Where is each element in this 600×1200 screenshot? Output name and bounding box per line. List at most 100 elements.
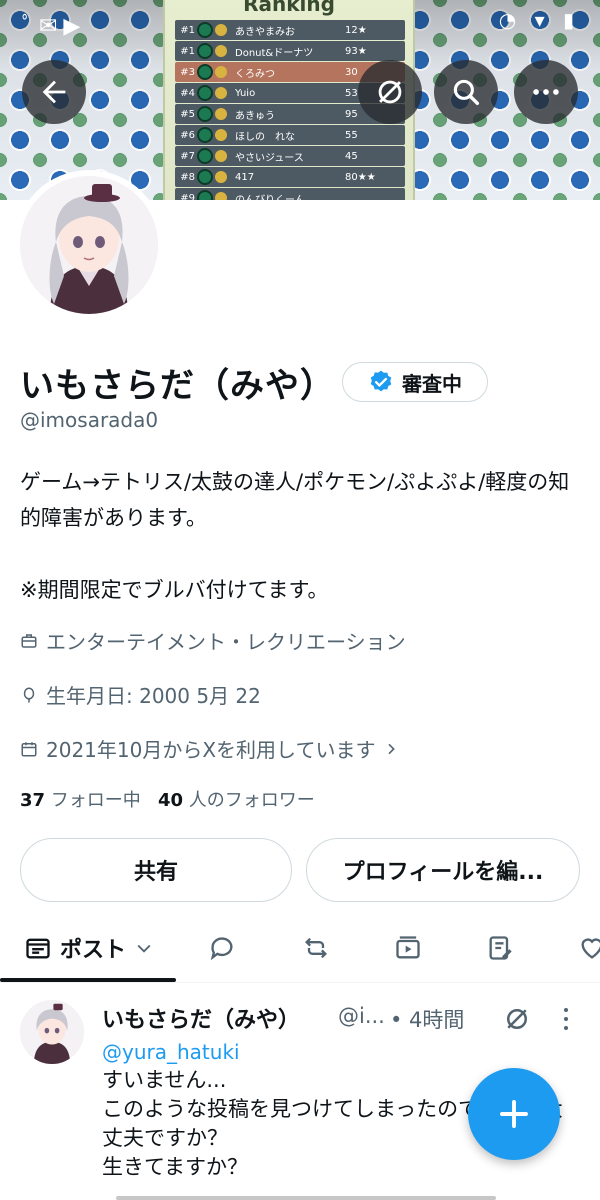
tweet-reply-mention[interactable]: @yura_hatuki bbox=[102, 1040, 240, 1064]
followers-link[interactable]: 40 人のフォロワー bbox=[158, 790, 315, 811]
ranking-player-name: くろみつ bbox=[235, 68, 275, 80]
ranking-rank: #6 bbox=[180, 129, 195, 141]
search-icon bbox=[453, 79, 480, 106]
player-icon bbox=[215, 87, 227, 99]
rank-badge-icon bbox=[199, 45, 211, 57]
grok-button[interactable] bbox=[358, 60, 422, 124]
ranking-rank: #5 bbox=[180, 108, 195, 120]
ranking-player-name: 417 bbox=[235, 171, 255, 183]
gesture-bar bbox=[116, 1196, 496, 1200]
followers-count: 40 bbox=[157, 790, 184, 811]
heart-icon bbox=[581, 938, 600, 959]
reply-bubble-icon bbox=[210, 937, 233, 961]
following-label: フォロー中 bbox=[50, 790, 141, 811]
ranking-row: #1 Donut&ドーナツ 93★ bbox=[175, 41, 405, 61]
briefcase-icon bbox=[21, 633, 37, 648]
rank-badge-icon bbox=[199, 192, 211, 200]
status-icons-right: ◔ ▾ ▮ bbox=[498, 8, 580, 32]
rank-badge-icon bbox=[199, 171, 211, 183]
player-icon bbox=[215, 171, 227, 183]
more-dots-icon bbox=[533, 89, 559, 95]
player-icon bbox=[215, 45, 227, 57]
category-label: エンターテイメント・レクリエーション bbox=[46, 630, 406, 654]
ranking-player-name: ほしの れな bbox=[235, 131, 295, 143]
search-button[interactable] bbox=[434, 60, 498, 124]
ranking-score: 55 bbox=[345, 129, 358, 141]
anime-girl-avatar-icon bbox=[20, 176, 158, 314]
balloon-icon bbox=[23, 687, 35, 702]
back-button[interactable] bbox=[22, 60, 86, 124]
avatar-image bbox=[20, 176, 158, 314]
ranking-rank: #1 bbox=[180, 45, 195, 57]
edit-profile-button[interactable]: プロフィールを編... bbox=[306, 838, 580, 902]
anime-girl-avatar-icon bbox=[20, 1000, 84, 1064]
rank-badge-icon bbox=[199, 129, 211, 141]
calendar-icon bbox=[21, 741, 37, 756]
player-icon bbox=[215, 192, 227, 200]
tweet-author-handle[interactable]: @i... bbox=[338, 1004, 385, 1028]
ranking-row: #8 417 80★★ bbox=[175, 167, 405, 187]
player-icon bbox=[215, 129, 227, 141]
status-bar: ﾟ✉▶ ◔ ▾ ▮ bbox=[0, 0, 600, 40]
tab-likes[interactable] bbox=[566, 918, 600, 978]
tabs-divider bbox=[0, 982, 600, 983]
verification-status-button[interactable]: 審査中 bbox=[342, 362, 488, 402]
bio-text: ゲーム→テトリス/太鼓の達人/ポケモン/ぷよぷよ/軽度の知的障害があります。 ※期… bbox=[20, 470, 570, 602]
grok-icon bbox=[378, 80, 402, 104]
ranking-rank: #9 bbox=[180, 192, 195, 201]
ranking-player-name: Yuio bbox=[235, 87, 256, 99]
tweet-more-icon[interactable] bbox=[560, 1006, 572, 1032]
status-icons-left: ﾟ✉▶ bbox=[22, 14, 87, 39]
ranking-rank: #8 bbox=[180, 171, 195, 183]
followers-label: 人のフォロワー bbox=[188, 790, 315, 811]
tweet-timestamp[interactable]: • 4時間 bbox=[390, 1004, 464, 1034]
tab-replies[interactable] bbox=[196, 918, 248, 978]
player-icon bbox=[215, 108, 227, 120]
joined-label: 2021年10月からXを利用しています bbox=[46, 738, 376, 762]
ranking-player-name: のんびりくーん bbox=[235, 194, 305, 201]
tab-posts-label: ポスト bbox=[59, 938, 126, 963]
profile-bio: ゲーム→テトリス/太鼓の達人/ポケモン/ぷよぷよ/軽度の知的障害があります。 ※期… bbox=[20, 464, 580, 608]
profile-name: いもさらだ（みや） bbox=[20, 366, 335, 406]
ranking-rank: #3 bbox=[180, 66, 195, 78]
tab-posts[interactable]: ポスト bbox=[14, 918, 164, 978]
ranking-player-name: あきゅう bbox=[235, 110, 275, 122]
rank-badge-icon bbox=[199, 66, 211, 78]
tab-media[interactable] bbox=[382, 918, 434, 978]
tab-reposts[interactable] bbox=[290, 918, 342, 978]
grok-icon[interactable] bbox=[502, 1004, 532, 1034]
compose-post-button[interactable] bbox=[468, 1068, 560, 1160]
ranking-score: 45 bbox=[345, 150, 358, 162]
rank-badge-icon bbox=[199, 87, 211, 99]
back-arrow-icon bbox=[42, 80, 66, 104]
profile-category: エンターテイメント・レクリエーション bbox=[20, 626, 406, 655]
tab-articles[interactable] bbox=[474, 918, 526, 978]
ranking-row: #7 やさいジュース 45 bbox=[175, 146, 405, 166]
rank-badge-icon bbox=[199, 108, 211, 120]
more-options-button[interactable] bbox=[514, 60, 578, 124]
profile-tabs: ポスト bbox=[0, 918, 600, 982]
profile-handle: @imosarada0 bbox=[20, 408, 159, 432]
follow-stats: 37 フォロー中 40 人のフォロワー bbox=[20, 786, 315, 812]
player-icon bbox=[215, 66, 227, 78]
chevron-down-icon bbox=[137, 944, 151, 953]
player-icon bbox=[215, 150, 227, 162]
following-link[interactable]: 37 フォロー中 bbox=[20, 790, 141, 811]
rank-badge-icon bbox=[199, 150, 211, 162]
ranking-row: #6 ほしの れな 55 bbox=[175, 125, 405, 145]
following-count: 37 bbox=[20, 790, 46, 811]
birthday-label: 生年月日: 2000 5月 22 bbox=[46, 684, 261, 708]
profile-joined[interactable]: 2021年10月からXを利用しています bbox=[20, 734, 399, 763]
ranking-player-name: やさいジュース bbox=[235, 152, 304, 164]
verification-label: 審査中 bbox=[402, 371, 462, 396]
ranking-score: 93★ bbox=[345, 45, 367, 57]
tweet-avatar[interactable] bbox=[20, 1000, 84, 1064]
share-button[interactable]: 共有 bbox=[20, 838, 292, 902]
ranking-row: #9 のんびりくーん bbox=[175, 188, 405, 200]
plus-icon bbox=[500, 1100, 528, 1128]
profile-avatar[interactable] bbox=[14, 170, 164, 320]
ranking-score: 80★★ bbox=[345, 171, 376, 183]
profile-birthday: 生年月日: 2000 5月 22 bbox=[20, 680, 261, 709]
tweet-author-name[interactable]: いもさらだ（みや） bbox=[102, 1002, 300, 1034]
chevron-right-icon bbox=[388, 743, 396, 754]
